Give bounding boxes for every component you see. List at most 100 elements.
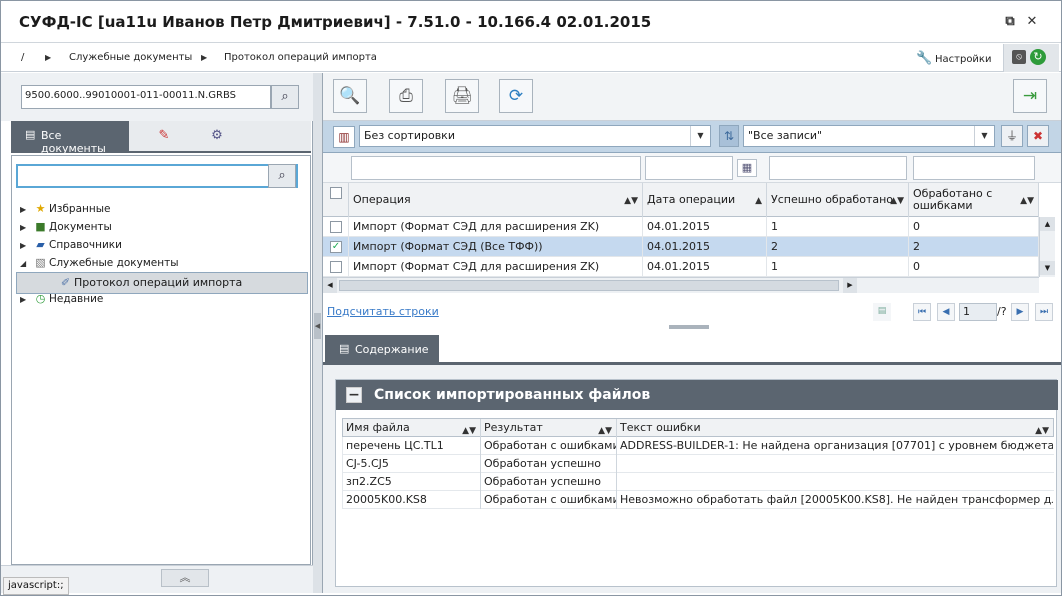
tree-node-favorites[interactable]: ▶ ★ Избранные: [20, 200, 111, 217]
sort-icon[interactable]: ▲▼: [1035, 422, 1049, 437]
collapse-panel-icon[interactable]: −: [346, 387, 362, 403]
sort-icon[interactable]: ▲▼: [1020, 195, 1034, 207]
tree-node-recent[interactable]: ▶ ◷ Недавние: [20, 290, 103, 307]
tree-node-documents[interactable]: ▶ ■ Документы: [20, 218, 112, 235]
sort-direction-icon[interactable]: ⇅: [719, 125, 739, 147]
tree-search-input[interactable]: [16, 164, 298, 188]
cell-errors: 0: [909, 257, 1039, 277]
first-page-icon[interactable]: ⏮: [913, 303, 931, 321]
tree-node-references[interactable]: ▶ ▰ Справочники: [20, 236, 122, 253]
sort-select[interactable]: Без сортировки ▼: [359, 125, 711, 147]
sort-icon[interactable]: ▲▼: [598, 422, 612, 437]
operation-filter-input[interactable]: [351, 156, 641, 180]
next-page-icon[interactable]: ▶: [1011, 303, 1029, 321]
sort-asc-icon[interactable]: ▲: [755, 195, 762, 207]
print-button[interactable]: ⎙: [389, 79, 423, 113]
grid-vertical-scrollbar[interactable]: ▲ ▼: [1039, 217, 1055, 277]
last-page-icon[interactable]: ⏭: [1035, 303, 1053, 321]
restore-icon[interactable]: ⧉: [1001, 13, 1019, 31]
errors-filter-input[interactable]: [913, 156, 1035, 180]
clear-filter-icon[interactable]: ✖: [1027, 125, 1049, 147]
sort-icon[interactable]: ▲▼: [462, 422, 476, 437]
operations-grid: ▦ Операция ▲▼ Дата операции ▲ Успешно обра…: [323, 153, 1061, 293]
table-row[interactable]: 20005K00.KS8 Обработан с ошибками Невозм…: [342, 491, 1054, 509]
row-checkbox-checked[interactable]: ✓: [330, 241, 342, 253]
filter-icon[interactable]: ⏚: [1001, 125, 1023, 147]
refresh-button[interactable]: ⟳: [499, 79, 533, 113]
print-preview-button[interactable]: 🖨: [445, 79, 479, 113]
view-document-button[interactable]: 🔍: [333, 79, 367, 113]
calendar-icon[interactable]: ▦: [737, 159, 757, 177]
top-tools: ⦸ ↻: [1003, 44, 1059, 72]
disconnect-icon[interactable]: ⦸: [1012, 50, 1026, 64]
records-select[interactable]: "Все записи" ▼: [743, 125, 995, 147]
gear-icon[interactable]: ⚙: [209, 128, 225, 144]
breadcrumb-item-protocol[interactable]: Протокол операций импорта: [224, 52, 377, 63]
sort-icon[interactable]: ▲▼: [624, 195, 638, 207]
breadcrumb-item-service-docs[interactable]: Служебные документы: [69, 52, 192, 63]
scroll-left-icon[interactable]: ◀: [323, 278, 337, 293]
col-error-text[interactable]: Текст ошибки ▲▼: [617, 419, 1053, 437]
col-errors[interactable]: Обработано с ошибками ▲▼: [909, 183, 1039, 217]
grid-horizontal-scrollbar[interactable]: ◀ ▶: [323, 277, 1039, 293]
splitter-handle-icon[interactable]: ◀: [314, 313, 321, 339]
page-input[interactable]: 1: [959, 303, 997, 321]
panel-splitter[interactable]: ◀: [313, 73, 323, 593]
panel-header: − Список импортированных файлов: [336, 380, 1058, 410]
table-row[interactable]: зп2.ZC5 Обработан успешно: [342, 473, 1054, 491]
col-error-text-label: Текст ошибки: [620, 421, 701, 434]
search-icon[interactable]: ⌕: [271, 85, 299, 109]
date-filter-input[interactable]: [645, 156, 733, 180]
row-checkbox[interactable]: [330, 221, 342, 233]
sort-icon[interactable]: ▲▼: [890, 195, 904, 207]
tab-content[interactable]: ▤ Содержание: [325, 335, 439, 363]
col-date[interactable]: Дата операции ▲: [643, 183, 767, 217]
expand-icon[interactable]: ▶: [20, 291, 32, 308]
success-filter-input[interactable]: [769, 156, 907, 180]
scroll-thumb[interactable]: [339, 280, 839, 291]
expand-icon[interactable]: ▶: [20, 219, 32, 236]
count-rows-link[interactable]: Подсчитать строки: [327, 305, 439, 318]
col-file-name[interactable]: Имя файла ▲▼: [343, 419, 481, 437]
service-docs-icon: ▧: [35, 256, 46, 269]
star-icon: ★: [35, 202, 46, 215]
table-row[interactable]: CJ-5.CJ5 Обработан успешно: [342, 455, 1054, 473]
col-result[interactable]: Результат ▲▼: [481, 419, 617, 437]
table-row[interactable]: Импорт (Формат СЭД для расширения ZK) 04…: [323, 217, 1039, 237]
main-panel: 🔍 ⎙ 🖨 ⟳ ⇥ ▥ Без сортировки ▼ ⇅ "Все запи…: [323, 73, 1061, 593]
tab-all-documents[interactable]: ▤ Все документы: [11, 121, 129, 155]
settings-label: Настройки: [935, 54, 992, 65]
scroll-down-icon[interactable]: ▼: [1040, 261, 1055, 275]
edit-icon[interactable]: ✎: [156, 128, 172, 144]
expand-icon[interactable]: ▶: [20, 237, 32, 254]
col-operation[interactable]: Операция ▲▼: [349, 183, 643, 217]
tab-content-label: Содержание: [355, 343, 429, 356]
breadcrumb-root[interactable]: /: [21, 52, 24, 63]
collapse-icon[interactable]: ◢: [20, 255, 32, 272]
select-all-checkbox[interactable]: [330, 187, 342, 199]
exit-button[interactable]: ⇥: [1013, 79, 1047, 113]
tree-node-service-docs[interactable]: ◢ ▧ Служебные документы: [20, 254, 179, 271]
export-icon[interactable]: ▤: [873, 303, 891, 321]
expand-icon[interactable]: ▶: [20, 201, 32, 218]
close-icon[interactable]: ✕: [1023, 13, 1041, 31]
col-errors-label: Обработано с ошибками: [913, 187, 993, 212]
tree-node-label: Документы: [49, 221, 112, 233]
table-row[interactable]: перечень ЦС.TL1 Обработан с ошибками ADD…: [342, 437, 1054, 455]
scroll-right-icon[interactable]: ▶: [843, 278, 857, 293]
account-field[interactable]: 9500.6000..99010001-011-00011.N.GRBS: [21, 85, 271, 109]
collapse-up-icon[interactable]: ︽: [161, 569, 209, 587]
cell-result: Обработан с ошибками: [481, 491, 617, 509]
resize-handle[interactable]: [669, 325, 709, 329]
chevron-down-icon[interactable]: ▼: [690, 126, 710, 146]
chevron-down-icon[interactable]: ▼: [974, 126, 994, 146]
row-checkbox[interactable]: [330, 261, 342, 273]
col-success[interactable]: Успешно обработано ▲▼: [767, 183, 909, 217]
table-row[interactable]: Импорт (Формат СЭД для расширения ZK) 04…: [323, 257, 1039, 277]
grid-filter-row: ▦: [323, 153, 1061, 183]
scroll-up-icon[interactable]: ▲: [1040, 217, 1055, 231]
search-icon[interactable]: ⌕: [268, 164, 296, 188]
refresh-green-icon[interactable]: ↻: [1030, 49, 1046, 65]
prev-page-icon[interactable]: ◀: [937, 303, 955, 321]
table-row[interactable]: ✓ Импорт (Формат СЭД (Все ТФФ)) 04.01.20…: [323, 237, 1039, 257]
